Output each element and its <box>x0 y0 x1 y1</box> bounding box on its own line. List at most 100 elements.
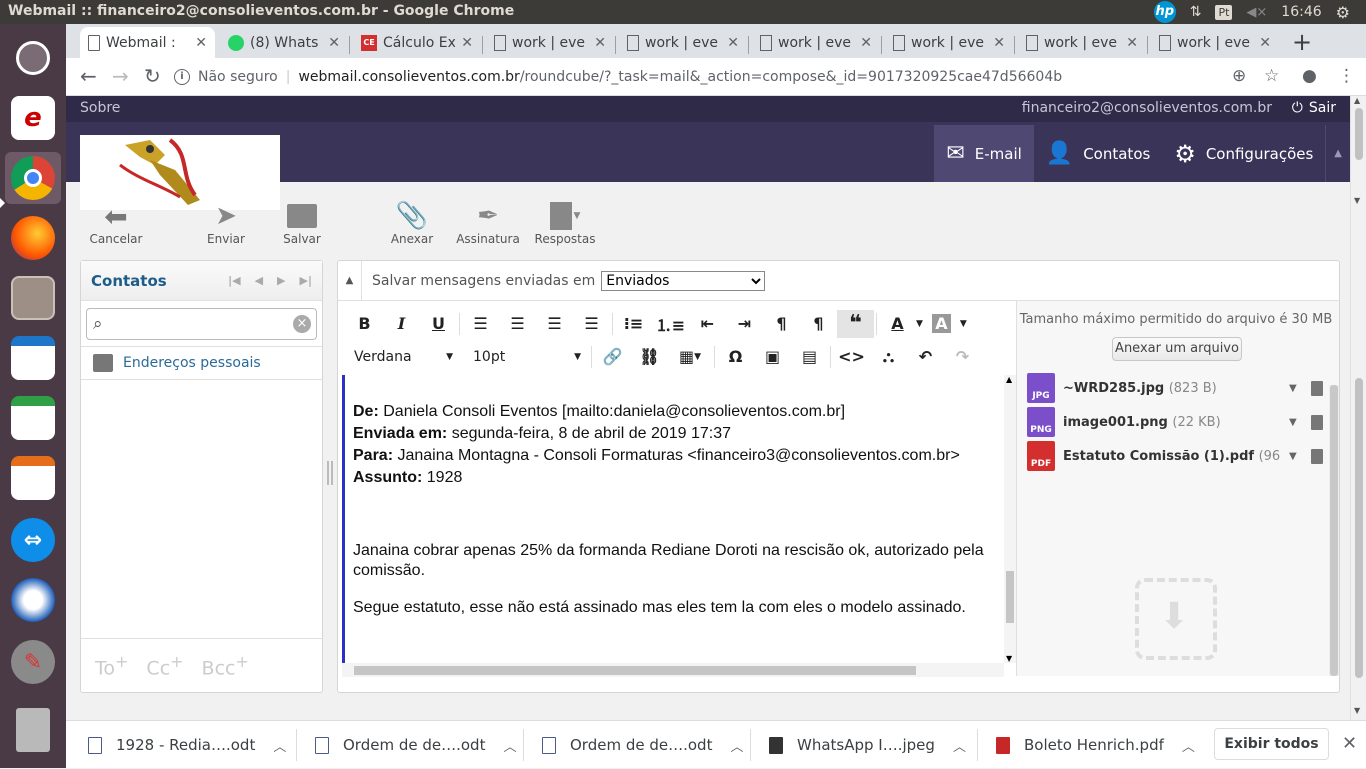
writer-icon[interactable] <box>5 452 61 504</box>
collapse-headers-icon[interactable]: ▲ <box>338 260 362 301</box>
download-item[interactable]: Ordem de de….odt ︿ <box>542 721 743 769</box>
attachment-menu-icon[interactable]: ▼ <box>1289 417 1297 428</box>
tab-calculo[interactable]: CE Cálculo Ex ✕ <box>353 27 481 58</box>
tab-work-4[interactable]: work | eve ✕ <box>885 27 1013 58</box>
power-gear-icon[interactable]: ⚙ <box>1336 3 1350 22</box>
task-settings[interactable]: ⚙ Configurações <box>1162 125 1325 182</box>
add-to-button[interactable]: To+ <box>95 652 128 679</box>
undo-icon[interactable]: ↶ <box>907 343 944 371</box>
last-page-icon[interactable]: ▶| <box>300 274 312 287</box>
chevron-up-icon[interactable]: ︿ <box>1182 736 1195 755</box>
bullet-list-icon[interactable]: ⁝≡ <box>615 310 652 338</box>
clock[interactable]: 16:46 <box>1281 4 1321 20</box>
page-vertical-scrollbar[interactable]: ▲ ▼ ▼ <box>1350 96 1366 720</box>
cancel-button[interactable]: ⬅ Cancelar <box>80 200 152 247</box>
ltr-paragraph-icon[interactable]: ¶ <box>763 310 800 338</box>
close-icon[interactable]: ✕ <box>328 35 340 51</box>
table-icon[interactable]: ▦ ▼ <box>668 343 712 371</box>
align-center-icon[interactable]: ☰ <box>499 310 536 338</box>
add-attachment-button[interactable]: Anexar um arquivo <box>1112 337 1242 361</box>
info-icon[interactable]: i <box>174 69 190 85</box>
close-icon[interactable]: ✕ <box>594 35 606 51</box>
next-page-icon[interactable]: ▶ <box>277 274 285 287</box>
image-icon[interactable]: ▣ <box>754 343 791 371</box>
teamviewer-icon[interactable]: ⇔ <box>5 514 61 566</box>
tab-work-5[interactable]: work | eve ✕ <box>1018 27 1146 58</box>
chevron-up-icon[interactable]: ︿ <box>953 736 966 755</box>
send-button[interactable]: ➤ Enviar <box>190 200 262 246</box>
font-size-select[interactable]: 10pt ▼ <box>465 349 589 365</box>
new-tab-button[interactable]: + <box>1292 28 1312 56</box>
underline-button[interactable]: U <box>420 310 457 338</box>
address-bar[interactable]: i Não seguro | webmail.consolieventos.co… <box>174 62 1274 92</box>
redo-icon[interactable]: ↷ <box>944 343 981 371</box>
message-body[interactable]: De: Daniela Consoli Eventos [mailto:dani… <box>342 375 1004 663</box>
italic-button[interactable]: I <box>383 310 420 338</box>
prev-page-icon[interactable]: ◀ <box>255 274 263 287</box>
align-right-icon[interactable]: ☰ <box>536 310 573 338</box>
task-email[interactable]: ✉ E-mail <box>934 125 1034 182</box>
close-icon[interactable]: ✕ <box>1126 35 1138 51</box>
tab-work-1[interactable]: work | eve ✕ <box>486 27 614 58</box>
reload-button[interactable]: ↻ <box>144 64 161 88</box>
source-code-icon[interactable]: <> <box>833 343 870 371</box>
impress-icon[interactable] <box>5 332 61 384</box>
tab-webmail[interactable]: Webmail : ✕ <box>80 27 215 58</box>
download-item[interactable]: Ordem de de….odt ︿ <box>315 721 516 769</box>
numbered-list-icon[interactable]: ⒈≡ <box>652 310 689 338</box>
text-color-dropdown-icon[interactable]: ▼ <box>916 319 923 329</box>
download-item[interactable]: 1928 - Redia….odt ︿ <box>88 721 286 769</box>
close-icon[interactable]: ✕ <box>461 35 473 51</box>
close-icon[interactable]: ✕ <box>195 35 207 51</box>
background-color-dropdown-icon[interactable]: ▼ <box>960 319 967 329</box>
save-sent-folder-select[interactable]: Enviados <box>601 270 766 291</box>
editor-horizontal-scrollbar[interactable] <box>342 663 1004 677</box>
first-page-icon[interactable]: |◀ <box>228 274 240 287</box>
thunderbird-icon[interactable] <box>5 574 61 626</box>
media-icon[interactable]: ▤ <box>791 343 828 371</box>
firefox-icon[interactable] <box>5 212 61 264</box>
network-icon[interactable]: ⇅ <box>1190 4 1202 20</box>
attachment-item[interactable]: PNG image001.png (22 KB) ▼ <box>1027 407 1327 437</box>
trash-icon[interactable] <box>5 704 61 756</box>
splitter-handle[interactable] <box>327 461 333 485</box>
chevron-up-icon[interactable]: ︿ <box>730 736 743 755</box>
forward-button[interactable]: → <box>112 64 129 88</box>
editor-vertical-scrollbar[interactable]: ▲ ▼ <box>1004 375 1016 663</box>
upload-dropzone[interactable]: ⬇ <box>1135 578 1217 660</box>
outdent-icon[interactable]: ⇤ <box>689 310 726 338</box>
attachment-menu-icon[interactable]: ▼ <box>1289 383 1297 394</box>
rtl-paragraph-icon[interactable]: ¶ <box>800 310 837 338</box>
tab-work-2[interactable]: work | eve ✕ <box>619 27 747 58</box>
ubuntu-dash-icon[interactable] <box>5 32 61 84</box>
attach-button[interactable]: 📎 Anexar <box>376 200 448 246</box>
addressbook-personal[interactable]: Endereços pessoais <box>81 346 322 380</box>
bold-button[interactable]: B <box>346 310 383 338</box>
attachment-item[interactable]: JPG ~WRD285.jpg (823 B) ▼ <box>1027 373 1327 403</box>
keyboard-layout-indicator[interactable]: Pt <box>1215 4 1233 20</box>
task-contacts[interactable]: 👤 Contatos <box>1034 125 1163 182</box>
back-button[interactable]: ← <box>80 64 97 88</box>
close-icon[interactable]: ✕ <box>993 35 1005 51</box>
tab-whatsapp[interactable]: (8) Whats ✕ <box>220 27 348 58</box>
responses-button[interactable]: ▼ Respostas <box>529 200 601 246</box>
signature-button[interactable]: ✒ Assinatura <box>452 200 524 246</box>
special-char-icon[interactable]: Ω <box>717 343 754 371</box>
link-icon[interactable]: 🔗 <box>594 343 631 371</box>
menu-kebab-icon[interactable]: ⋮ <box>1338 66 1355 86</box>
chevron-up-icon[interactable]: ︿ <box>503 736 516 755</box>
bookmark-star-icon[interactable]: ☆ <box>1264 66 1279 86</box>
chrome-icon[interactable] <box>5 152 61 204</box>
tab-work-3[interactable]: work | eve ✕ <box>752 27 880 58</box>
evince-icon[interactable]: e <box>5 92 61 144</box>
delete-attachment-icon[interactable] <box>1310 448 1323 464</box>
indent-icon[interactable]: ⇥ <box>726 310 763 338</box>
attachments-scrollbar[interactable] <box>1329 385 1339 676</box>
text-color-icon[interactable]: A <box>879 310 916 338</box>
task-menu-toggle[interactable]: ▲ <box>1325 125 1350 182</box>
contacts-search-input[interactable]: ⌕ × <box>86 308 317 340</box>
close-icon[interactable]: ✕ <box>1259 35 1271 51</box>
zoom-icon[interactable]: ⊕ <box>1232 66 1246 86</box>
delete-attachment-icon[interactable] <box>1310 414 1323 430</box>
unlink-icon[interactable]: ⛓ <box>631 343 668 371</box>
